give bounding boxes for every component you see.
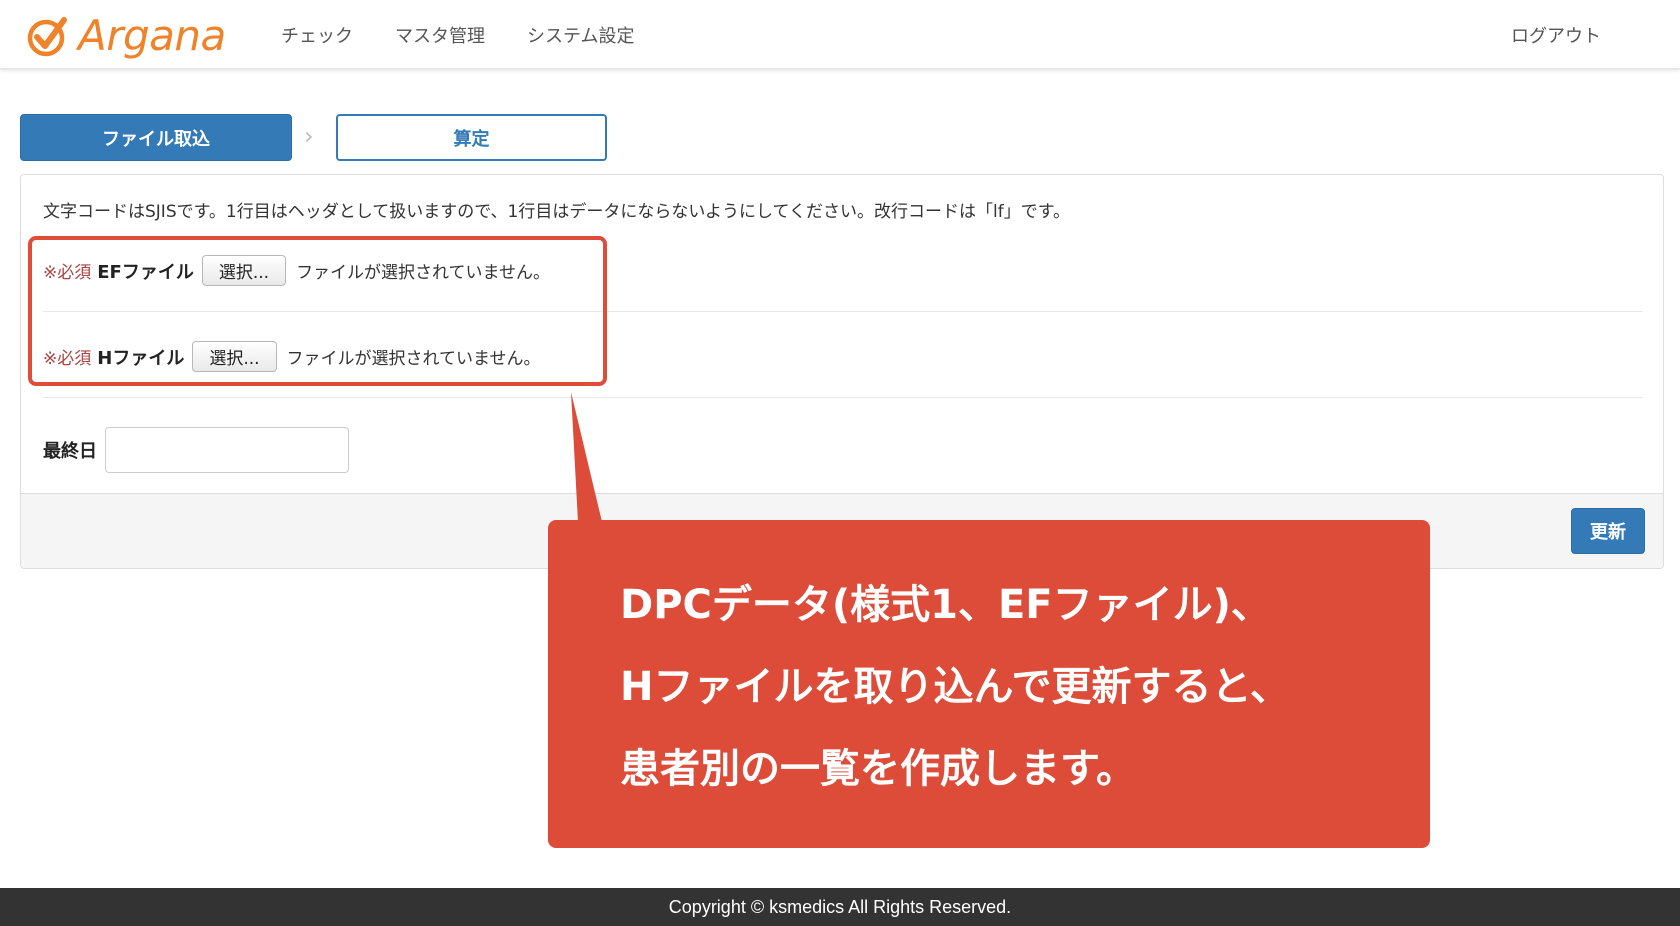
callout-line: Hファイルを取り込んで更新すると、 [620,664,1290,710]
last-date-label: 最終日 [43,441,97,462]
last-date-row: 最終日 [43,427,349,473]
brand-name: Argana [78,11,226,60]
page-footer: Copyright © ksmedics All Rights Reserved… [0,888,1680,926]
step-file-import[interactable]: ファイル取込 [20,114,292,161]
update-button[interactable]: 更新 [1571,508,1645,554]
encoding-notice: 文字コードはSJISです。1行目はヘッダとして扱いますので、1行目はデータになら… [43,202,1070,222]
nav-check[interactable]: チェック [281,22,353,48]
last-date-input[interactable] [105,427,349,473]
main-nav: チェック マスタ管理 システム設定 [281,22,634,48]
chevron-right-icon: › [304,122,314,150]
check-circle-icon [27,17,67,57]
divider [43,397,1643,398]
logout-link[interactable]: ログアウト [1511,22,1601,48]
annotation-highlight-box [28,236,607,386]
step-calculation[interactable]: 算定 [336,114,607,161]
annotation-callout: DPCデータ(様式1、EFファイル)、 Hファイルを取り込んで更新すると、 患者… [548,520,1430,848]
callout-line: DPCデータ(様式1、EFファイル)、 [620,582,1271,628]
top-navbar: Argana チェック マスタ管理 システム設定 ログアウト [0,0,1680,70]
callout-line: 患者別の一覧を作成します。 [620,746,1136,792]
copyright-text: Copyright © ksmedics All Rights Reserved… [668,896,1012,917]
brand-logo[interactable]: Argana [26,12,226,60]
nav-system-settings[interactable]: システム設定 [527,22,634,48]
nav-master-management[interactable]: マスタ管理 [395,22,485,48]
